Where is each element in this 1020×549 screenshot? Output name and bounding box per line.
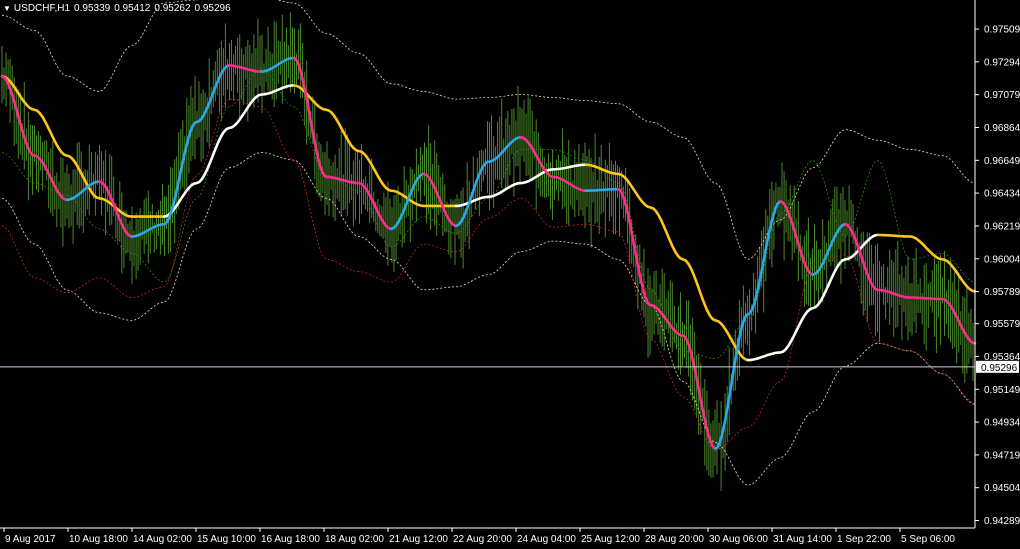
y-tick-label: 0.95149 (984, 385, 1020, 396)
x-tick-label: 28 Aug 20:00 (645, 534, 704, 545)
y-tick-label: 0.97079 (984, 90, 1020, 101)
x-tick-label: 30 Aug 06:00 (709, 534, 768, 545)
triangle-down-icon[interactable]: ▼ (3, 4, 11, 13)
chart-header: ▼ USDCHF,H1 0.95339 0.95412 0.95262 0.95296 (3, 3, 235, 14)
y-tick-label: 0.94289 (984, 516, 1020, 527)
x-tick-label: 22 Aug 20:00 (453, 534, 512, 545)
current-price-tag: 0.95296 (976, 360, 1019, 374)
x-tick-label: 15 Aug 10:00 (197, 534, 256, 545)
y-tick-label: 0.96434 (984, 189, 1020, 200)
x-tick-label: 9 Aug 2017 (5, 534, 56, 545)
y-tick-label: 0.94934 (984, 418, 1020, 429)
open-value: 0.95339 (74, 3, 111, 14)
y-tick-label: 0.95579 (984, 319, 1020, 330)
x-tick-label: 5 Sep 06:00 (901, 534, 955, 545)
close-value: 0.95296 (194, 3, 231, 14)
x-tick-label: 10 Aug 18:00 (69, 534, 128, 545)
x-tick-label: 1 Sep 22:00 (837, 534, 891, 545)
x-tick-label: 16 Aug 18:00 (261, 534, 320, 545)
current-price-label: 0.95296 (981, 363, 1018, 374)
x-tick-label: 24 Aug 04:00 (517, 534, 576, 545)
y-tick-label: 0.97294 (984, 57, 1020, 68)
x-tick-label: 18 Aug 02:00 (325, 534, 384, 545)
y-tick-label: 0.94504 (984, 483, 1020, 494)
y-tick-label: 0.97509 (984, 25, 1020, 36)
price-chart[interactable]: 0.97509 0.97294 0.97079 0.96864 0.96649 0.964… (0, 0, 1020, 549)
high-value: 0.95412 (114, 3, 151, 14)
y-tick-label: 0.94719 (984, 450, 1020, 461)
symbol-label: USDCHF,H1 (13, 3, 71, 14)
fast-moving-average (584, 187, 620, 192)
y-tick-label: 0.95789 (984, 287, 1020, 298)
y-tick-label: 0.96864 (984, 123, 1020, 134)
x-tick-label: 14 Aug 02:00 (133, 534, 192, 545)
y-tick-label: 0.96649 (984, 156, 1020, 167)
low-value: 0.95262 (154, 3, 191, 14)
y-tick-label: 0.96219 (984, 221, 1020, 232)
x-tick-label: 25 Aug 12:00 (581, 534, 640, 545)
x-tick-label: 31 Aug 14:00 (773, 534, 832, 545)
x-tick-label: 21 Aug 12:00 (389, 534, 448, 545)
y-tick-label: 0.96004 (984, 254, 1020, 265)
